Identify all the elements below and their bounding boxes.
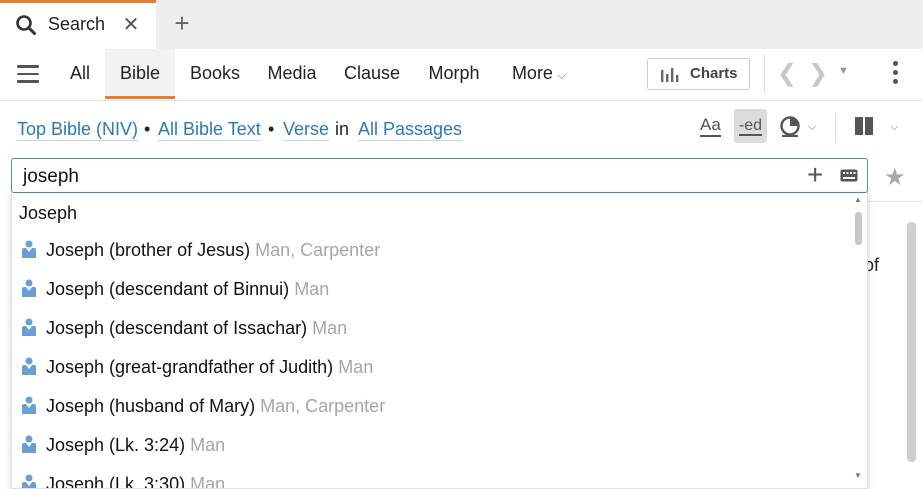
tab-label: Search	[48, 14, 106, 34]
suggestion-name: Joseph (descendant of Binnui)	[46, 279, 290, 299]
star-icon[interactable]: ★	[884, 163, 906, 192]
suggestion-name: Joseph (brother of Jesus)	[46, 240, 251, 260]
suggestion-description: Man	[338, 357, 374, 377]
suggestion-description: Man	[190, 474, 226, 489]
chevron-down-icon[interactable]: ⌵	[808, 121, 816, 134]
scope-tab-books[interactable]: Books	[180, 49, 250, 99]
unit-selector[interactable]: Verse	[283, 119, 330, 141]
divider	[868, 201, 923, 202]
suggestion-description: Man, Carpenter	[255, 240, 381, 260]
autocomplete-dropdown: Joseph Joseph (brother of Jesus) Man, Ca…	[11, 193, 868, 489]
columns-icon[interactable]	[855, 117, 873, 135]
history-dropdown-icon[interactable]: ▼	[838, 65, 849, 77]
person-icon	[22, 357, 36, 375]
scope-tab-clause[interactable]: Clause	[336, 49, 408, 99]
search-input-value[interactable]: joseph	[23, 166, 79, 188]
suggestion-description: Man, Carpenter	[260, 396, 386, 416]
search-input[interactable]: joseph +	[11, 158, 868, 193]
suggestion-item[interactable]: Joseph (descendant of Issachar) Man	[12, 310, 852, 349]
person-icon	[22, 474, 36, 488]
separator-dot: •	[268, 119, 275, 139]
suggestion-name: Joseph (Lk. 3:30)	[46, 474, 186, 489]
suggestion-description: Man	[294, 279, 330, 299]
scope-tab-more[interactable]: More ⌵	[500, 49, 578, 99]
suggestion-name: Joseph (great-grandfather of Judith)	[46, 357, 334, 377]
person-icon	[22, 279, 36, 297]
forward-icon[interactable]: ❯	[808, 59, 828, 88]
add-term-icon[interactable]: +	[807, 161, 823, 189]
suggestion-item[interactable]: Joseph	[12, 193, 852, 232]
suggestion-description: Man	[312, 318, 348, 338]
suggestion-item[interactable]: Joseph (brother of Jesus) Man, Carpenter	[12, 232, 852, 271]
range-selector[interactable]: All Passages	[358, 119, 463, 141]
search-options-row: Top Bible (NIV) • All Bible Text • Verse…	[0, 101, 923, 157]
highlight-palette-icon[interactable]	[779, 115, 801, 137]
person-icon	[22, 240, 36, 258]
close-icon[interactable]: ✕	[121, 12, 141, 37]
toolbar: All Bible Books Media Clause Morph More ⌵…	[0, 49, 923, 101]
suggestion-item[interactable]: Joseph (husband of Mary) Man, Carpenter	[12, 388, 852, 427]
scroll-up-icon[interactable]: ▲	[854, 195, 862, 204]
charts-label: Charts	[690, 65, 738, 82]
person-icon	[22, 435, 36, 453]
keyboard-icon[interactable]	[840, 169, 858, 182]
suggestion-name: Joseph (descendant of Issachar)	[46, 318, 308, 338]
scope-tab-bible[interactable]: Bible	[105, 49, 175, 99]
search-icon	[16, 15, 36, 35]
suggestion-name: Joseph (Lk. 3:24)	[46, 435, 186, 455]
results-scrollbar[interactable]	[907, 222, 916, 462]
more-label: More	[511, 63, 553, 83]
match-word-forms-button[interactable]: -ed	[734, 109, 767, 143]
ed-label: -ed	[738, 117, 763, 136]
tab-strip: Search ✕ +	[0, 0, 923, 49]
match-case-button[interactable]: Aa	[700, 115, 721, 137]
more-options-icon[interactable]	[893, 61, 899, 87]
scope-tab-all[interactable]: All	[58, 49, 102, 99]
suggestion-item[interactable]: Joseph (Lk. 3:30) Man	[12, 466, 852, 489]
bar-chart-icon	[661, 68, 679, 82]
suggestion-item[interactable]: Joseph (great-grandfather of Judith) Man	[12, 349, 852, 388]
separator-dot: •	[144, 119, 151, 139]
suggestion-name: Joseph (husband of Mary)	[46, 396, 256, 416]
scope-tab-morph[interactable]: Morph	[418, 49, 490, 99]
person-icon	[22, 396, 36, 414]
chevron-down-icon[interactable]: ⌵	[890, 121, 898, 134]
scroll-down-icon[interactable]: ▼	[854, 471, 862, 480]
new-tab-button[interactable]: +	[170, 9, 194, 37]
in-label: in	[335, 119, 350, 139]
person-icon	[22, 318, 36, 336]
bible-selector[interactable]: Top Bible (NIV)	[17, 119, 139, 141]
suggestion-label: Joseph	[19, 203, 78, 223]
text-selector[interactable]: All Bible Text	[158, 119, 261, 141]
suggestion-item[interactable]: Joseph (Lk. 3:24) Man	[12, 427, 852, 466]
scope-tab-media[interactable]: Media	[258, 49, 326, 99]
menu-icon[interactable]	[17, 65, 39, 83]
divider	[764, 55, 765, 93]
suggestion-item[interactable]: Joseph (descendant of Binnui) Man	[12, 271, 852, 310]
dropdown-scrollbar[interactable]: ▲ ▼	[853, 195, 865, 485]
chevron-down-icon: ⌵	[556, 68, 567, 82]
tab-search[interactable]: Search ✕	[0, 0, 156, 49]
divider	[835, 113, 836, 143]
charts-button[interactable]: Charts	[647, 58, 750, 90]
suggestion-description: Man	[190, 435, 226, 455]
back-icon[interactable]: ❮	[777, 59, 797, 88]
scrollbar-thumb[interactable]	[855, 212, 862, 245]
